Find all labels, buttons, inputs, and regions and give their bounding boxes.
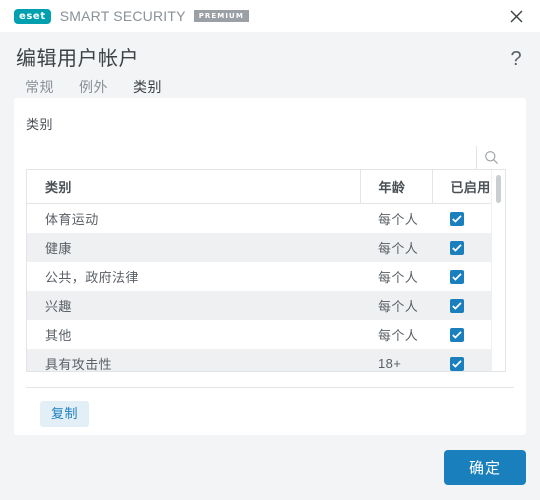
cell-enabled: [432, 233, 491, 262]
eset-logo: eset: [14, 8, 51, 24]
eset-logo-text: eset: [19, 10, 46, 22]
enabled-checkbox[interactable]: [450, 270, 464, 285]
cell-age: 每个人: [360, 203, 432, 233]
eset-dialog-window: eset SMART SECURITY PREMIUM 编辑用户帐户 ? 常规 …: [0, 0, 540, 500]
premium-badge: PREMIUM: [193, 10, 249, 22]
cell-category: 具有攻击性: [27, 349, 360, 371]
table-scrollbar-thumb[interactable]: [496, 175, 501, 203]
table-row[interactable]: 具有攻击性 18+: [27, 349, 491, 371]
categories-panel: 类别 类别 年龄 已启用 体育运动 每个人 健康 每个人 公共，政府法律 每个人…: [14, 98, 526, 435]
cell-category: 体育运动: [27, 203, 360, 233]
table-header-row: 类别 年龄 已启用: [27, 170, 491, 204]
cell-enabled: [432, 291, 491, 320]
table-scrollbar[interactable]: [491, 170, 505, 371]
column-header-category[interactable]: 类别: [27, 170, 361, 204]
enabled-checkbox[interactable]: [450, 328, 464, 343]
cell-category: 兴趣: [27, 291, 360, 320]
categories-table: 类别 年龄 已启用 体育运动 每个人 健康 每个人 公共，政府法律 每个人 兴趣…: [27, 170, 491, 371]
categories-grid: 类别 年龄 已启用 体育运动 每个人 健康 每个人 公共，政府法律 每个人 兴趣…: [26, 170, 506, 372]
column-header-age[interactable]: 年龄: [360, 170, 433, 204]
ok-button[interactable]: 确定: [444, 450, 526, 485]
categories-table-box: 类别 年龄 已启用 体育运动 每个人 健康 每个人 公共，政府法律 每个人 兴趣…: [26, 145, 506, 373]
dialog-footer: 确定: [0, 435, 540, 500]
cell-age: 每个人: [360, 320, 432, 349]
cell-age: 每个人: [360, 291, 432, 320]
page-title: 编辑用户帐户: [16, 48, 139, 70]
table-row[interactable]: 其他 每个人: [27, 320, 491, 349]
search-row: [26, 145, 506, 170]
table-row[interactable]: 兴趣 每个人: [27, 291, 491, 320]
cell-category: 其他: [27, 320, 360, 349]
search-input[interactable]: [26, 146, 476, 169]
cell-category: 公共，政府法律: [27, 262, 360, 291]
column-header-enabled[interactable]: 已启用: [432, 170, 491, 204]
dialog-header: 编辑用户帐户 ?: [0, 32, 540, 72]
enabled-checkbox[interactable]: [450, 357, 464, 371]
close-icon[interactable]: [506, 6, 526, 26]
help-icon[interactable]: ?: [508, 46, 524, 72]
section-label: 类别: [26, 117, 54, 132]
cell-enabled: [432, 320, 491, 349]
cell-age: 每个人: [360, 262, 432, 291]
panel-divider: [26, 387, 514, 388]
search-icon[interactable]: [476, 145, 506, 170]
categories-grid-viewport: 类别 年龄 已启用 体育运动 每个人 健康 每个人 公共，政府法律 每个人 兴趣…: [27, 170, 491, 371]
cell-age: 每个人: [360, 233, 432, 262]
title-bar: eset SMART SECURITY PREMIUM: [0, 0, 540, 32]
cell-enabled: [432, 349, 491, 371]
enabled-checkbox[interactable]: [450, 241, 464, 256]
product-name: SMART SECURITY: [59, 8, 186, 24]
cell-enabled: [432, 203, 491, 233]
cell-age: 18+: [360, 349, 432, 371]
table-row[interactable]: 健康 每个人: [27, 233, 491, 262]
copy-button[interactable]: 复制: [40, 401, 90, 427]
enabled-checkbox[interactable]: [450, 299, 464, 314]
cell-enabled: [432, 262, 491, 291]
table-row[interactable]: 体育运动 每个人: [27, 203, 491, 233]
enabled-checkbox[interactable]: [450, 212, 464, 227]
cell-category: 健康: [27, 233, 360, 262]
table-row[interactable]: 公共，政府法律 每个人: [27, 262, 491, 291]
